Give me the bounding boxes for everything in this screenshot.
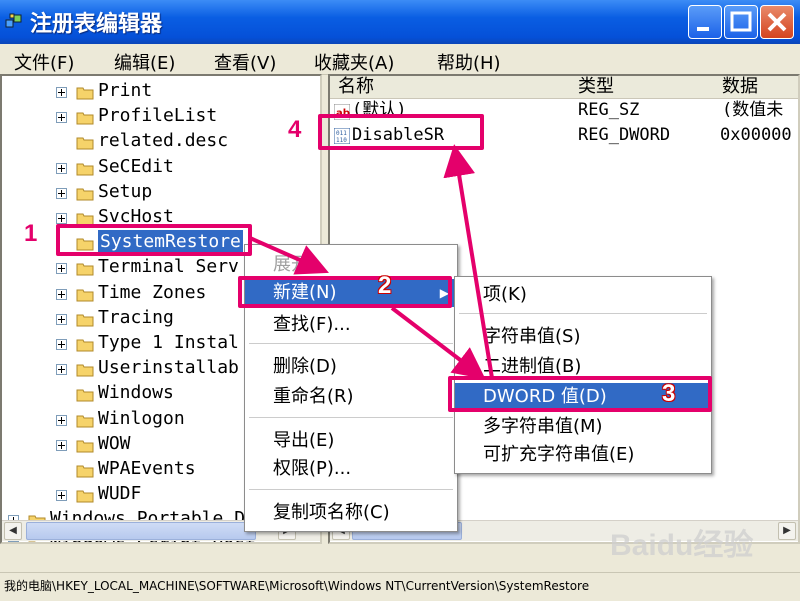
annotation-box-step2 <box>238 276 452 308</box>
annotation-arrow <box>443 144 494 379</box>
watermark: Baidu经验 <box>610 529 754 562</box>
step-number-3: 3 <box>662 380 676 407</box>
annotation-arrow <box>249 236 329 275</box>
step-number-2: 2 <box>378 272 392 299</box>
annotation-box-step4 <box>318 114 484 150</box>
annotation-box-step1 <box>56 224 252 256</box>
annotation-arrow <box>390 306 486 380</box>
step-number-4: 4 <box>288 116 302 143</box>
step-number-1: 1 <box>24 220 38 247</box>
